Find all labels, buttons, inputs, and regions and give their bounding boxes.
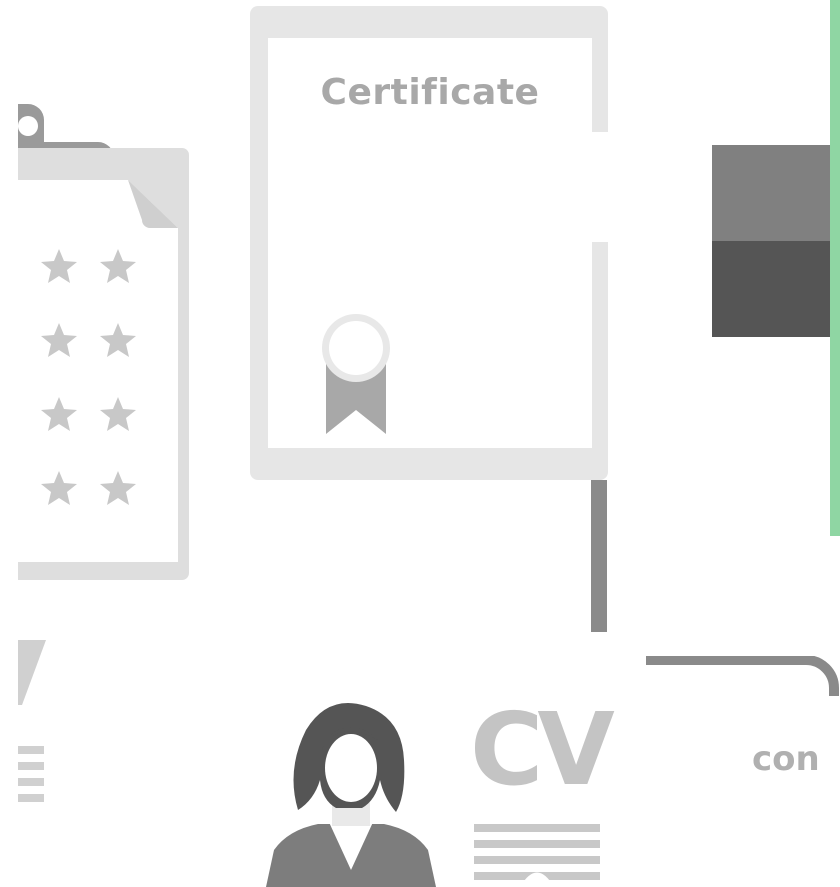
cv-text-lines-icon xyxy=(474,824,600,887)
connector-line xyxy=(591,480,607,632)
card-partial-label: con xyxy=(752,739,820,779)
text-lines-icon xyxy=(18,746,44,802)
card-edge xyxy=(646,656,839,696)
clipboard-paper xyxy=(18,180,178,562)
green-accent-bar xyxy=(830,0,840,536)
award-ribbon-icon xyxy=(322,314,390,434)
person-avatar-icon xyxy=(266,703,436,887)
certificate-notch xyxy=(592,132,612,242)
v-letter-fragment xyxy=(18,640,46,705)
dark-gray-block xyxy=(712,241,834,337)
certificate-title: Certificate xyxy=(320,72,540,113)
cv-label: CV xyxy=(470,691,615,808)
mid-gray-block xyxy=(712,145,834,241)
